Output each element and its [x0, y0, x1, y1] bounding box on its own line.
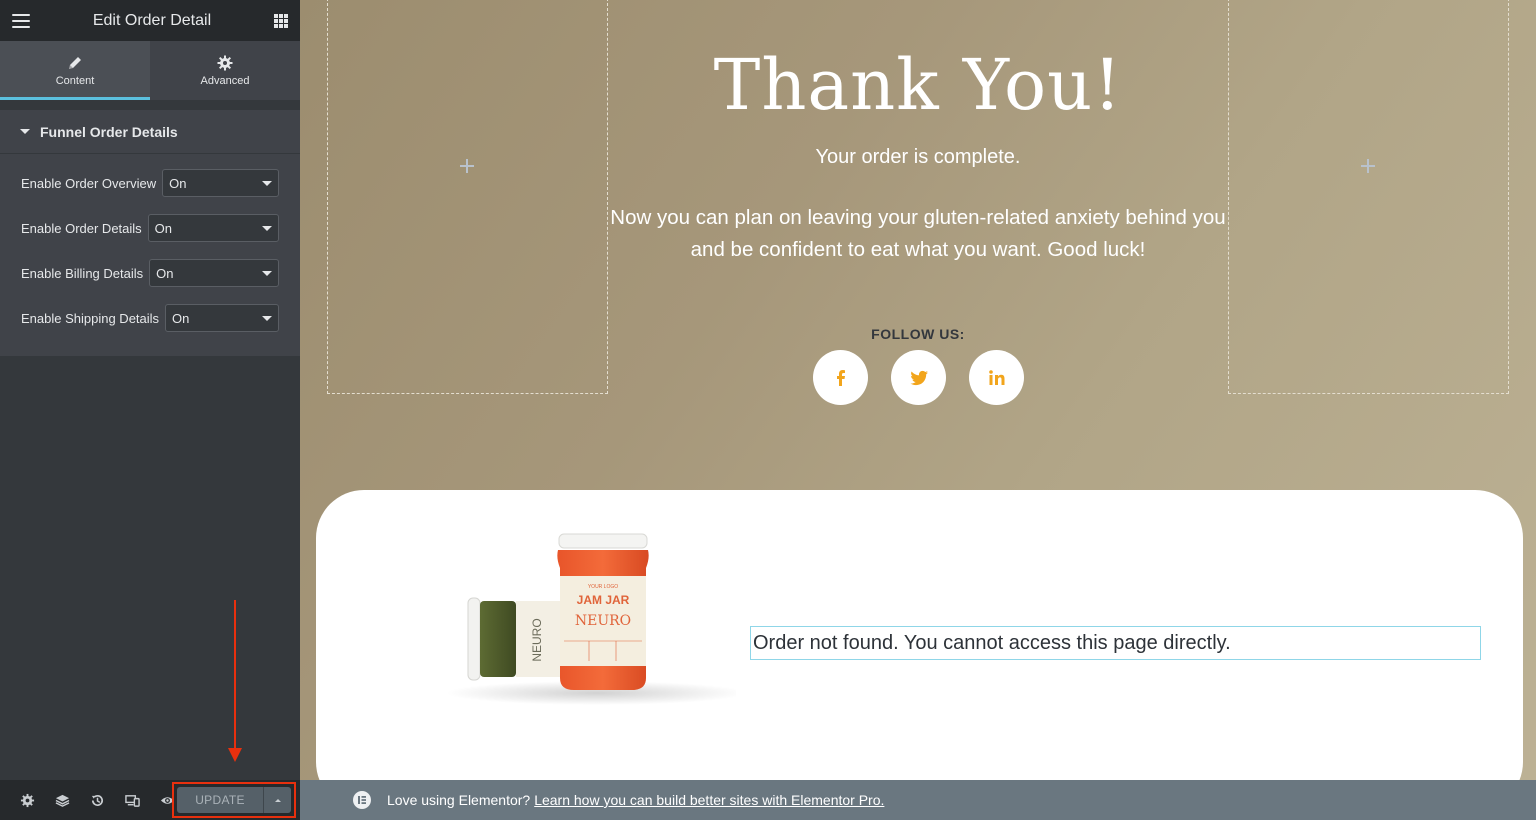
navigator-button[interactable]	[45, 780, 80, 820]
select-value: On	[156, 265, 174, 281]
add-element-plus-icon[interactable]	[1361, 159, 1375, 173]
grid-icon[interactable]	[273, 13, 288, 28]
facebook-icon	[836, 369, 845, 386]
caret-up-icon	[274, 798, 281, 802]
thank-you-section: Thank You! Your order is complete. Now y…	[610, 40, 1226, 266]
tab-advanced-label: Advanced	[200, 74, 250, 87]
select-enable-billing-details[interactable]: On	[149, 259, 279, 287]
chevron-down-icon	[262, 270, 272, 276]
order-complete-text: Your order is complete.	[815, 146, 1021, 168]
tab-advanced[interactable]: Advanced	[150, 41, 300, 100]
linkedin-icon	[988, 369, 1004, 385]
control-label: Enable Order Details	[21, 220, 142, 236]
panel-spacer	[0, 100, 300, 110]
order-not-found-message: Order not found. You cannot access this …	[750, 626, 1481, 660]
editor-panel: Edit Order Detail Content Advanced Funne…	[0, 0, 300, 820]
social-icons	[813, 350, 1024, 405]
update-button[interactable]: UPDATE	[177, 787, 263, 813]
elementor-logo-icon	[353, 791, 371, 809]
promo-text: Love using Elementor?	[387, 792, 531, 808]
panel-tabs: Content Advanced	[0, 41, 300, 100]
thank-you-paragraph: Now you can plan on leaving your gluten-…	[610, 206, 1226, 261]
tab-content-label: Content	[55, 74, 95, 87]
control-enable-order-details: Enable Order Details On	[21, 213, 279, 243]
select-enable-shipping-details[interactable]: On	[165, 304, 279, 332]
control-enable-shipping-details: Enable Shipping Details On	[21, 303, 279, 333]
elementor-editor: Edit Order Detail Content Advanced Funne…	[0, 0, 1536, 820]
responsive-icon	[125, 794, 140, 807]
chevron-down-icon	[262, 315, 272, 321]
panel-footer: UPDATE	[0, 780, 300, 820]
front-label-top: YOUR LOGO	[588, 584, 618, 590]
control-enable-billing-details: Enable Billing Details On	[21, 258, 279, 288]
control-label: Enable Shipping Details	[21, 310, 160, 326]
select-enable-order-details[interactable]: On	[147, 214, 279, 242]
add-element-plus-icon[interactable]	[460, 159, 474, 173]
settings-button[interactable]	[10, 780, 45, 820]
select-value: On	[154, 220, 173, 236]
settings-icon	[20, 793, 35, 807]
panel-header: Edit Order Detail	[0, 0, 300, 41]
control-enable-order-overview: Enable Order Overview On	[21, 168, 279, 198]
select-value: On	[169, 175, 187, 191]
select-value: On	[172, 310, 190, 326]
follow-us-label: FOLLOW US:	[871, 326, 965, 342]
twitter-button[interactable]	[891, 350, 946, 405]
select-enable-order-overview[interactable]: On	[162, 169, 279, 197]
control-label: Enable Order Overview	[21, 175, 157, 191]
save-options-button[interactable]	[263, 787, 291, 813]
front-label-title: JAM JAR	[577, 593, 630, 607]
twitter-icon	[909, 370, 928, 385]
elementor-pro-promo-bar: Love using Elementor? Learn how you can …	[300, 780, 1536, 820]
product-jar-image: NEURO YOUR LOGO JAM JAR NEURO	[446, 533, 736, 705]
control-label: Enable Billing Details	[21, 265, 144, 281]
chevron-down-icon	[262, 225, 272, 231]
order-details-card: NEURO YOUR LOGO JAM JAR NEURO Order not …	[316, 490, 1523, 780]
pencil-icon	[69, 56, 81, 69]
layers-icon	[55, 794, 70, 807]
hamburger-icon[interactable]	[12, 13, 30, 28]
promo-link[interactable]: Learn how you can build better sites wit…	[534, 792, 884, 808]
controls-list: Enable Order Overview On Enable Order De…	[0, 154, 300, 356]
section-funnel-order-details[interactable]: Funnel Order Details	[0, 110, 300, 154]
facebook-button[interactable]	[813, 350, 868, 405]
gear-icon	[217, 55, 233, 70]
history-icon	[91, 794, 104, 806]
panel-title: Edit Order Detail	[92, 11, 212, 29]
page-canvas: Thank You! Your order is complete. Now y…	[300, 0, 1536, 780]
tab-content[interactable]: Content	[0, 41, 150, 100]
annotation-arrow-icon	[228, 600, 242, 762]
update-highlight-box: UPDATE	[172, 782, 296, 818]
responsive-mode-button[interactable]	[115, 780, 150, 820]
section-title: Funnel Order Details	[40, 123, 178, 140]
caret-down-icon	[20, 129, 30, 134]
back-label-text: NEURO	[530, 618, 544, 661]
linkedin-button[interactable]	[969, 350, 1024, 405]
front-label-brand: NEURO	[575, 613, 631, 629]
thank-you-heading: Thank You!	[713, 44, 1123, 126]
chevron-down-icon	[262, 180, 272, 186]
history-button[interactable]	[80, 780, 115, 820]
